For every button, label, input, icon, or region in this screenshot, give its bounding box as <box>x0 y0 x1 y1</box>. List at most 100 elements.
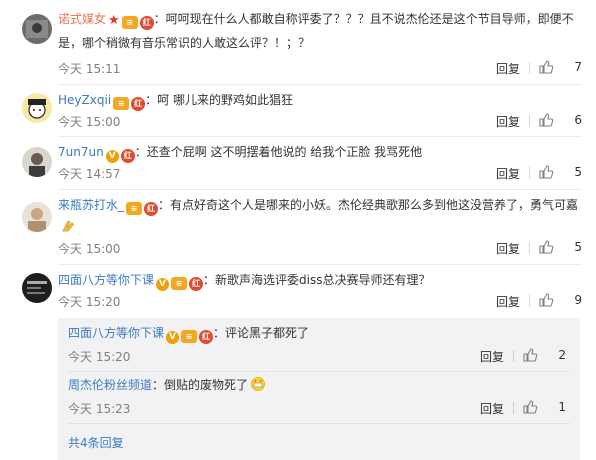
like-count: 5 <box>574 165 582 179</box>
comment-item: HeyZxqii ≡ 红：呵 哪儿来的野鸡如此猖狂 今天 15:00 回复 6 <box>0 85 596 135</box>
thumbs-up-icon <box>523 348 538 362</box>
comment-item: 7un7un V 红：还查个屁啊 这不明摆着他说的 给我个正脸 我骂死他 今天 14… <box>0 137 596 189</box>
star-icon: ★ <box>108 13 120 28</box>
comment-meta: 今天 15:00 回复 6 <box>58 111 582 131</box>
comment-content: ：还查个屁啊 这不明摆着他说的 给我个正脸 我骂死他 <box>134 145 423 159</box>
red-badge-icon[interactable]: 红 <box>131 97 146 111</box>
reply-button[interactable]: 回复 <box>480 348 504 365</box>
username-link[interactable]: 7un7un <box>58 145 104 159</box>
comment-item: 诺式媒女 ★ ≡ 红：呵呵现在什么人都敢自称评委了？？？且不说杰伦还是这个节目导师，即… <box>0 0 596 82</box>
divider <box>529 62 530 74</box>
reply-text: 四面八方等你下课 V ≡ 红：评论黑子都死了 <box>68 322 570 344</box>
comment-time: 今天 15:11 <box>58 62 121 76</box>
reply-content: ：倒贴的废物死了 <box>152 378 249 392</box>
like-button[interactable]: 6 <box>538 112 582 130</box>
comment-meta: 今天 15:00 回复 5 <box>58 238 582 258</box>
red-badge-icon[interactable]: 红 <box>120 149 135 163</box>
level-icon[interactable]: ≡ <box>121 16 138 29</box>
v-icon[interactable]: V <box>166 331 180 344</box>
reply-button[interactable]: 回复 <box>496 60 520 77</box>
thumbs-up-icon <box>523 400 538 414</box>
username-link[interactable]: 四面八方等你下课 <box>58 273 154 287</box>
username-link[interactable]: 四面八方等你下课 <box>68 326 164 340</box>
like-count: 1 <box>558 400 566 414</box>
comment-meta: 今天 15:11 回复 7 <box>58 58 582 78</box>
divider <box>68 371 570 372</box>
like-count: 5 <box>574 240 582 254</box>
reply-button[interactable]: 回复 <box>496 240 520 257</box>
thumbs-up-icon <box>539 113 554 127</box>
avatar[interactable] <box>22 14 52 44</box>
level-icon[interactable]: ≡ <box>126 202 143 215</box>
divider <box>529 295 530 307</box>
avatar[interactable] <box>22 273 52 303</box>
reply-button[interactable]: 回复 <box>496 293 520 310</box>
comment-text: 7un7un V 红：还查个屁啊 这不明摆着他说的 给我个正脸 我骂死他 <box>58 141 582 163</box>
reply-button[interactable]: 回复 <box>496 113 520 130</box>
level-icon[interactable]: ≡ <box>171 277 188 290</box>
sub-replies-panel: 四面八方等你下课 V ≡ 红：评论黑子都死了 今天 15:20 回复 2 周杰伦粉丝频… <box>58 318 580 460</box>
comment-text: 四面八方等你下课 V ≡ 红：新歌声海选评委diss总决赛导师还有理？ <box>58 269 582 291</box>
comment-meta: 今天 15:20 回复 9 <box>58 291 582 311</box>
thumbs-up-icon <box>539 240 554 254</box>
comment-text: 来瓶苏打水_ ≡ 红：有点好奇这个人是哪来的小妖。杰伦经典歌那么多到他这没营养了，勇… <box>58 194 582 238</box>
comment-item: 来瓶苏打水_ ≡ 红：有点好奇这个人是哪来的小妖。杰伦经典歌那么多到他这没营养了，勇… <box>0 190 596 264</box>
comment-time: 今天 15:00 <box>58 242 121 256</box>
like-count: 9 <box>574 293 582 307</box>
comment-content: ：有点好奇这个人是哪来的小妖。杰伦经典歌那么多到他这没营养了，勇气可嘉 <box>158 198 579 212</box>
username-link[interactable]: 来瓶苏打水_ <box>58 198 124 212</box>
clap-emoji-icon <box>60 219 76 233</box>
like-count: 2 <box>558 348 566 362</box>
reply-time: 今天 15:23 <box>68 402 131 416</box>
red-badge-icon[interactable]: 红 <box>144 202 159 216</box>
like-button[interactable]: 7 <box>538 59 582 77</box>
comment-item: 四面八方等你下课 V ≡ 红：新歌声海选评委diss总决赛导师还有理？ 今天 15:2… <box>0 265 596 315</box>
comment-time: 今天 15:20 <box>58 295 121 309</box>
red-badge-icon[interactable]: 红 <box>189 277 204 291</box>
avatar[interactable] <box>22 202 52 232</box>
like-count: 6 <box>574 113 582 127</box>
level-icon[interactable]: ≡ <box>181 330 198 343</box>
reply-text: 周杰伦粉丝频道：倒贴的废物死了 <box>68 374 570 396</box>
reply-button[interactable]: 回复 <box>480 400 504 417</box>
v-icon[interactable]: V <box>105 150 119 163</box>
level-icon[interactable]: ≡ <box>113 97 130 110</box>
reply-meta: 今天 15:20 回复 2 <box>68 346 566 366</box>
username-link[interactable]: 诺式媒女 <box>58 12 106 26</box>
like-button[interactable]: 9 <box>538 292 582 310</box>
like-count: 7 <box>574 60 582 74</box>
comment-meta: 今天 14:57 回复 5 <box>58 163 582 183</box>
comment-time: 今天 14:57 <box>58 167 121 181</box>
divider <box>529 167 530 179</box>
avatar[interactable] <box>22 93 52 123</box>
thumbs-up-icon <box>539 60 554 74</box>
view-all-replies-link[interactable]: 共4条回复 <box>68 434 124 451</box>
like-button[interactable]: 5 <box>538 239 582 257</box>
red-badge-icon[interactable]: 红 <box>199 330 214 344</box>
divider <box>529 115 530 127</box>
thumbs-up-icon <box>539 293 554 307</box>
reply-button[interactable]: 回复 <box>496 165 520 182</box>
reply-time: 今天 15:20 <box>68 350 131 364</box>
thumbs-up-icon <box>539 165 554 179</box>
username-link[interactable]: HeyZxqii <box>58 93 111 107</box>
like-button[interactable]: 5 <box>538 164 582 182</box>
v-icon[interactable]: V <box>156 278 170 291</box>
divider <box>513 402 514 414</box>
like-button[interactable]: 1 <box>522 399 566 417</box>
divider <box>513 350 514 362</box>
divider <box>68 423 570 424</box>
comment-text: HeyZxqii ≡ 红：呵 哪儿来的野鸡如此猖狂 <box>58 89 582 111</box>
avatar[interactable] <box>22 147 52 177</box>
comment-content: ：新歌声海选评委diss总决赛导师还有理？ <box>203 273 431 287</box>
username-link[interactable]: 周杰伦粉丝频道 <box>68 378 152 392</box>
red-badge-icon[interactable]: 红 <box>139 16 154 30</box>
grin-emoji-icon <box>250 377 266 391</box>
comment-content: ：呵 哪儿来的野鸡如此猖狂 <box>145 93 293 107</box>
divider <box>529 242 530 254</box>
reply-meta: 今天 15:23 回复 1 <box>68 398 566 418</box>
reply-content: ：评论黑子都死了 <box>213 326 310 340</box>
comment-time: 今天 15:00 <box>58 115 121 129</box>
like-button[interactable]: 2 <box>522 347 566 365</box>
comment-text: 诺式媒女 ★ ≡ 红：呵呵现在什么人都敢自称评委了？？？且不说杰伦还是这个节目导师，即… <box>58 8 582 54</box>
